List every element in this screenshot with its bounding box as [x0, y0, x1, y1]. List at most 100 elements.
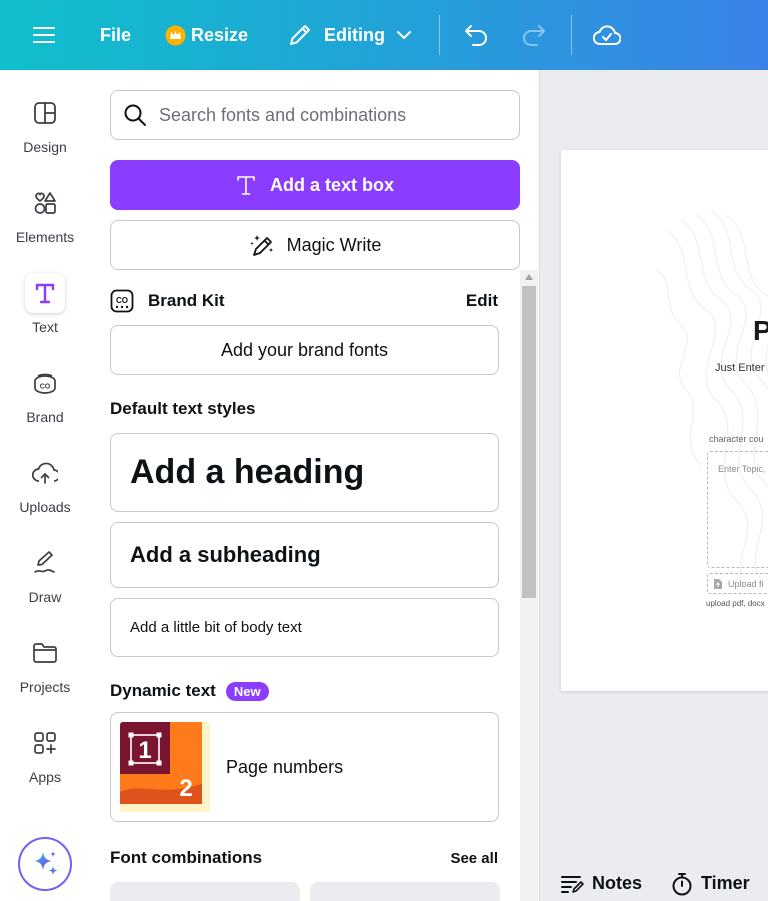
timer-label: Timer	[701, 873, 750, 893]
thumbnail-number-2: 2	[179, 775, 192, 802]
crown-icon	[165, 25, 186, 45]
search-icon	[124, 104, 146, 126]
character-count-label: character cou	[709, 434, 764, 444]
chevron-down-icon	[397, 30, 411, 39]
timer-icon	[672, 872, 692, 895]
add-brand-fonts-label: Add your brand fonts	[220, 339, 389, 360]
magic-write-label: Magic Write	[286, 234, 382, 255]
add-heading-button[interactable]: Add a heading	[110, 433, 499, 512]
draw-icon	[34, 551, 55, 573]
main-menu-button[interactable]	[33, 0, 55, 70]
page-subtitle-text: Just Enter	[715, 362, 765, 374]
notes-button[interactable]: Notes	[560, 873, 642, 895]
uploads-icon	[32, 462, 58, 484]
upload-file-button[interactable]: Upload fi	[707, 573, 768, 594]
add-brand-fonts-button[interactable]: Add your brand fonts	[110, 325, 499, 375]
rail-item-elements[interactable]: Elements	[0, 183, 90, 263]
editing-label: Editing	[324, 24, 385, 45]
brand-icon: CO	[34, 373, 56, 394]
page-numbers-label: Page numbers	[226, 757, 344, 777]
rail-item-label: Elements	[15, 229, 75, 245]
rail-item-label: Brand	[26, 409, 64, 425]
rail-item-draw[interactable]: Draw	[0, 543, 90, 623]
add-subheading-button[interactable]: Add a subheading	[110, 522, 499, 588]
apps-icon	[34, 732, 56, 754]
brand-kit-header: CO Brand Kit Edit	[110, 289, 498, 313]
page-big-letter: P	[753, 315, 768, 346]
rail-item-label: Apps	[29, 769, 61, 785]
brand-kit-edit-link[interactable]: Edit	[466, 291, 498, 311]
rail-item-label: Design	[23, 139, 67, 155]
font-combination-tile[interactable]	[110, 882, 300, 901]
file-menu-button[interactable]: File	[100, 0, 131, 70]
font-combinations-header: Font combinations See all	[110, 847, 498, 869]
panel-scrollbar[interactable]	[520, 270, 538, 901]
heading-sample-text: Add a heading	[130, 453, 365, 491]
design-page[interactable]: P Just Enter character cou Enter Topic, …	[561, 150, 768, 691]
body-sample-text: Add a little bit of body text	[130, 619, 302, 636]
scroll-up-arrow-icon[interactable]	[525, 274, 533, 280]
resize-label: Resize	[191, 24, 249, 45]
add-text-box-button[interactable]: Add a text box	[110, 160, 520, 210]
thumbnail-number-1: 1	[138, 737, 151, 764]
text-icon	[35, 283, 55, 304]
canvas-area: P Just Enter character cou Enter Topic, …	[541, 70, 768, 901]
redo-button[interactable]	[521, 0, 547, 70]
font-combination-tile[interactable]	[310, 882, 500, 901]
magic-write-button[interactable]: Magic Write	[110, 220, 520, 270]
sparkle-icon	[34, 851, 58, 875]
search-input[interactable]	[159, 104, 499, 126]
rail-item-projects[interactable]: Projects	[0, 633, 90, 713]
new-badge: New	[225, 681, 269, 701]
subheading-sample-text: Add a subheading	[130, 542, 321, 567]
file-label: File	[100, 24, 132, 45]
scrollbar-thumb[interactable]	[522, 286, 536, 598]
default-styles-header: Default text styles	[110, 398, 498, 420]
search-box[interactable]	[110, 90, 520, 140]
rail-item-brand[interactable]: CO Brand	[0, 363, 90, 443]
default-styles-title: Default text styles	[110, 399, 256, 418]
page-numbers-thumbnail: 1 2	[120, 722, 210, 812]
text-panel: Add a text box Magic Write CO Brand Kit …	[90, 70, 540, 901]
topic-input-box[interactable]: Enter Topic,	[707, 451, 768, 568]
rail-item-design[interactable]: Design	[0, 93, 90, 173]
dynamic-text-title: Dynamic text	[110, 681, 216, 700]
rail-item-text[interactable]: Text	[0, 273, 90, 353]
timer-button[interactable]: Timer	[671, 872, 750, 896]
editing-mode-dropdown[interactable]: Editing	[287, 0, 411, 70]
magic-assistant-button[interactable]	[18, 837, 72, 891]
rail-item-label: Uploads	[19, 499, 71, 515]
toolbar-divider	[571, 15, 572, 55]
rail-item-apps[interactable]: Apps	[0, 723, 90, 803]
redo-icon	[523, 25, 545, 46]
upload-file-label: Upload fi	[728, 578, 764, 589]
notes-icon	[561, 875, 584, 893]
page-numbers-thumbnail-art: 1 2	[120, 722, 210, 812]
upload-hint-text: upload pdf, docx	[706, 599, 765, 608]
left-rail: Design Elements Text CO Brand Uploads Dr…	[0, 70, 90, 901]
undo-button[interactable]	[463, 0, 489, 70]
bottom-bar: Notes Timer	[541, 866, 768, 901]
rail-item-label: Draw	[28, 589, 62, 605]
text-icon	[237, 176, 255, 195]
svg-text:CO: CO	[116, 296, 128, 305]
file-upload-icon	[714, 578, 722, 589]
design-icon	[34, 102, 56, 124]
rail-item-uploads[interactable]: Uploads	[0, 453, 90, 533]
toolbar-divider	[439, 15, 440, 55]
add-body-text-button[interactable]: Add a little bit of body text	[110, 598, 499, 657]
brand-kit-title: Brand Kit	[148, 291, 225, 310]
add-text-box-label: Add a text box	[269, 174, 394, 195]
rail-item-label: Projects	[19, 679, 71, 695]
top-bar: File Resize Editing	[0, 0, 768, 70]
see-all-link[interactable]: See all	[450, 850, 498, 867]
resize-button[interactable]: Resize	[165, 0, 248, 70]
cloud-check-icon	[593, 25, 621, 45]
elements-icon	[34, 192, 56, 214]
topic-input-placeholder: Enter Topic,	[718, 464, 766, 474]
save-status-button[interactable]	[593, 0, 621, 70]
pencil-icon	[290, 25, 310, 45]
magic-pen-icon	[250, 235, 273, 256]
projects-icon	[33, 643, 57, 663]
page-numbers-button[interactable]: 1 2 Page numbers	[110, 712, 499, 822]
